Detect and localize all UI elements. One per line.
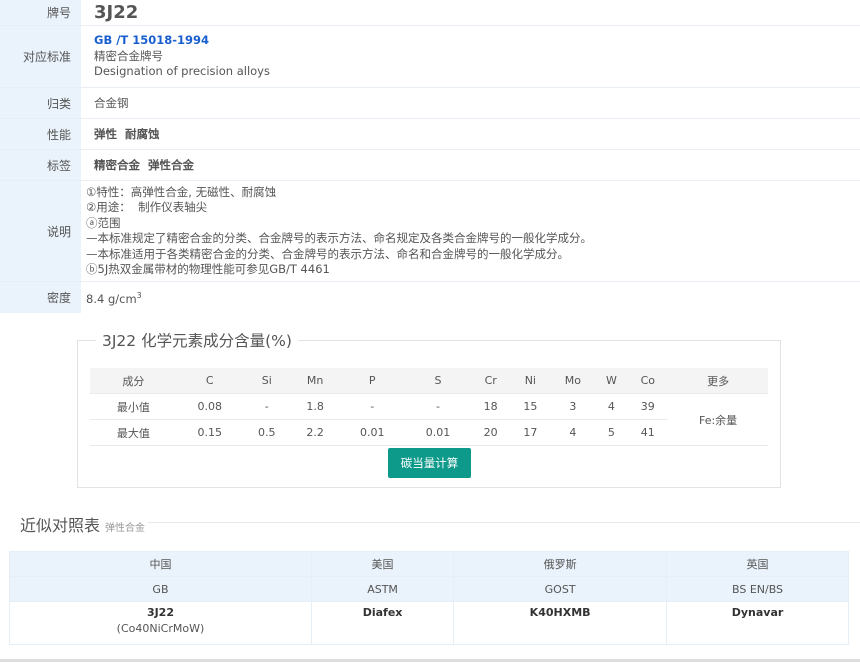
header-cell: Co	[627, 368, 669, 394]
header-cell: C	[176, 368, 243, 394]
table-cell: 3	[550, 393, 596, 420]
standard-cell: BS EN/BS	[666, 576, 849, 602]
property-list: 牌号 3J22 对应标准 GB /T 15018-1994 精密合金牌号 Des…	[0, 0, 860, 313]
similar-grades-table: 中国 美国 俄罗斯 英国 GB ASTM GOST BS EN/BS 3J22 …	[9, 551, 849, 645]
category-value: 合金钢	[94, 96, 129, 110]
header-cell: Mn	[290, 368, 340, 394]
header-cell: 成分	[90, 368, 177, 394]
description-line: ⓑ5J热双金属带材的物理性能可参见GB/T 4461	[86, 262, 330, 276]
standard-name-en: Designation of precision alloys	[94, 64, 270, 79]
table-cell: -	[405, 393, 471, 420]
density-label: 密度	[0, 282, 81, 313]
standard-row: GB ASTM GOST BS EN/BS	[9, 576, 849, 602]
category-label: 归类	[0, 88, 81, 118]
chemical-composition-table: 成分 C Si Mn P S Cr Ni Mo W Co 更多 最小值 0.08…	[90, 368, 768, 446]
description-line: ②用途： 制作仪表轴尖	[86, 200, 208, 214]
table-cell: 最小值	[90, 393, 177, 420]
table-cell: 17	[510, 419, 551, 446]
table-cell: 0.15	[176, 419, 243, 446]
table-cell: 5	[595, 419, 628, 446]
table-cell-more: Fe:余量	[668, 393, 768, 446]
row-grade: 牌号 3J22	[0, 0, 860, 26]
grade-note: (Co40NiCrMoW)	[116, 622, 205, 635]
table-cell: 0.01	[405, 419, 471, 446]
description-text: ①特性：高弹性合金, 无磁性、耐腐蚀 ②用途： 制作仪表轴尖 ⓐ范围 —本标准规…	[81, 181, 860, 281]
grade-link[interactable]: K40HXMB	[455, 606, 665, 619]
country-cell: 俄罗斯	[453, 551, 668, 577]
header-cell: Cr	[470, 368, 511, 394]
performance-value: 弹性 耐腐蚀	[94, 127, 160, 141]
header-cell: W	[595, 368, 628, 394]
table-cell: 0.01	[339, 419, 406, 446]
similar-grades-title: 近似对照表 弹性合金	[20, 512, 145, 536]
similar-subtitle: 弹性合金	[105, 523, 146, 534]
table-cell: 最大值	[90, 419, 177, 446]
standard-name-cn: 精密合金牌号	[94, 48, 163, 63]
table-cell: 20	[470, 419, 511, 446]
grade-cell[interactable]: K40HXMB	[453, 601, 668, 645]
country-cell: 英国	[666, 551, 849, 577]
table-cell: 4	[595, 393, 628, 420]
table-cell: -	[242, 393, 291, 420]
row-tags: 标签 精密合金 弹性合金	[0, 150, 860, 181]
grade-link[interactable]: Dynavar	[668, 606, 847, 619]
header-cell-more: 更多	[668, 368, 768, 394]
standard-link[interactable]: GB /T 15018-1994	[94, 33, 860, 49]
standard-cell: ASTM	[310, 576, 455, 602]
performance-label: 性能	[0, 119, 81, 149]
table-cell: -	[339, 393, 406, 420]
grade-cell[interactable]: Diafex	[310, 601, 455, 645]
chemical-composition-panel: 3J22 化学元素成分含量(%) 成分 C Si Mn P S Cr Ni Mo…	[77, 329, 781, 488]
table-cell: 2.2	[290, 419, 340, 446]
table-cell: 41	[627, 419, 669, 446]
header-cell: S	[405, 368, 471, 394]
row-standard: 对应标准 GB /T 15018-1994 精密合金牌号 Designation…	[0, 26, 860, 88]
table-cell: 18	[470, 393, 511, 420]
chemical-composition-title: 3J22 化学元素成分含量(%)	[96, 329, 298, 351]
table-cell: 0.08	[176, 393, 243, 420]
grade-value: 3J22	[94, 2, 139, 23]
header-cell: Ni	[510, 368, 551, 394]
row-performance: 性能 弹性 耐腐蚀	[0, 119, 860, 150]
header-cell: P	[339, 368, 406, 394]
description-line: ⓐ范围	[86, 215, 121, 230]
standard-cell: GB	[9, 576, 312, 602]
tags-value: 精密合金 弹性合金	[94, 158, 195, 172]
tags-label: 标签	[0, 150, 81, 180]
density-value: 8.4 g/cm3	[86, 290, 142, 306]
similar-title-text: 近似对照表	[20, 516, 101, 535]
row-category: 归类 合金钢	[0, 88, 860, 119]
grade-row: 3J22 (Co40NiCrMoW) Diafex K40HXMB Dynava…	[9, 601, 849, 645]
country-cell: 中国	[9, 551, 312, 577]
description-line: —本标准规定了精密合金的分类、合金牌号的表示方法、命名规定及各类合金牌号的一般化…	[86, 231, 592, 245]
description-label: 说明	[0, 181, 81, 281]
row-description: 说明 ①特性：高弹性合金, 无磁性、耐腐蚀 ②用途： 制作仪表轴尖 ⓐ范围 —本…	[0, 181, 860, 282]
description-line: —本标准适用于各类精密合金的分类、合金牌号的表示方法、命名和合金牌号的一般化学成…	[86, 246, 569, 261]
table-cell: 1.8	[290, 393, 340, 420]
standard-cell: GOST	[453, 576, 668, 602]
standard-label: 对应标准	[0, 26, 81, 87]
table-cell: 4	[550, 419, 596, 446]
header-cell: Si	[242, 368, 291, 394]
header-cell: Mo	[550, 368, 596, 394]
table-cell: 0.5	[242, 419, 291, 446]
grade-cell[interactable]: 3J22 (Co40NiCrMoW)	[9, 601, 312, 645]
grade-link[interactable]: 3J22	[11, 606, 310, 619]
country-row: 中国 美国 俄罗斯 英国	[9, 551, 849, 577]
grade-cell[interactable]: Dynavar	[666, 601, 849, 645]
grade-label: 牌号	[0, 0, 81, 25]
carbon-equivalent-button[interactable]: 碳当量计算	[388, 448, 471, 478]
grade-link[interactable]: Diafex	[313, 606, 452, 619]
table-row-min: 最小值 0.08 - 1.8 - - 18 15 3 4 39 Fe:余量	[90, 393, 768, 446]
description-line: ①特性：高弹性合金, 无磁性、耐腐蚀	[86, 184, 277, 199]
country-cell: 美国	[310, 551, 455, 577]
table-row-max: 最大值 0.15 0.5 2.2 0.01 0.01 20 17 4 5 41	[90, 419, 768, 446]
table-cell: 15	[510, 393, 551, 420]
row-density: 密度 8.4 g/cm3	[0, 282, 860, 313]
divider	[148, 522, 860, 523]
table-header-row: 成分 C Si Mn P S Cr Ni Mo W Co 更多	[90, 368, 768, 394]
table-cell: 39	[627, 393, 669, 420]
